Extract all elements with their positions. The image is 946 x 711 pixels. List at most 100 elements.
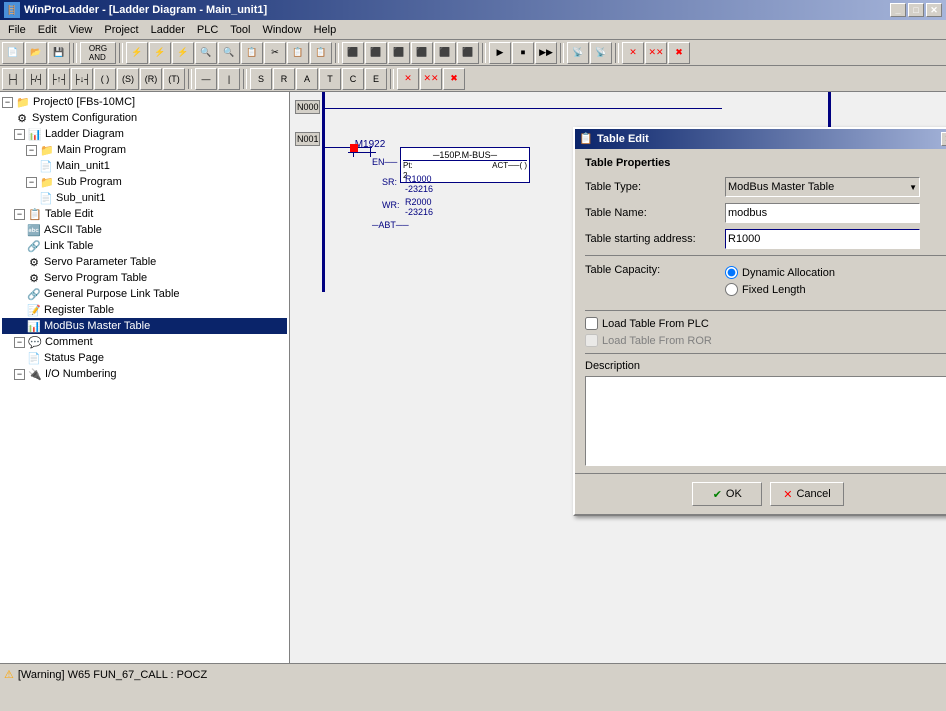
func-r-btn[interactable]: R <box>273 68 295 90</box>
tb4[interactable]: ⚡ <box>149 42 171 64</box>
h-line-btn[interactable]: — <box>195 68 217 90</box>
tb5[interactable]: ⚡ <box>172 42 194 64</box>
menu-edit[interactable]: Edit <box>32 22 63 38</box>
tree-main-unit1[interactable]: 📄 Main_unit1 <box>2 158 287 174</box>
v-line-btn[interactable]: | <box>218 68 240 90</box>
tree-register[interactable]: 📝 Register Table <box>2 302 287 318</box>
tree-modbus[interactable]: 📊 ModBus Master Table <box>2 318 287 334</box>
expander-io[interactable]: − <box>14 369 25 380</box>
menu-window[interactable]: Window <box>256 22 307 38</box>
coil-rst[interactable]: (R) <box>140 68 162 90</box>
open-btn[interactable]: 📂 <box>25 42 47 64</box>
tb17[interactable]: ⬛ <box>457 42 479 64</box>
tree-ladder-diagram[interactable]: − 📊 Ladder Diagram <box>2 126 287 142</box>
tree-main-program[interactable]: − 📁 Main Program <box>2 142 287 158</box>
load-from-plc-checkbox[interactable] <box>585 317 598 330</box>
tree-status[interactable]: 📄 Status Page <box>2 350 287 366</box>
del-coil[interactable]: ✕ <box>397 68 419 90</box>
project-tree: − 📁 Project0 [FBs-10MC] ⚙ System Configu… <box>0 92 290 663</box>
minimize-button[interactable]: _ <box>890 3 906 17</box>
tb12[interactable]: ⬛ <box>342 42 364 64</box>
contact-no[interactable]: ├┤ <box>2 68 24 90</box>
tb16[interactable]: ⬛ <box>434 42 456 64</box>
menu-help[interactable]: Help <box>308 22 343 38</box>
coil-out[interactable]: ( ) <box>94 68 116 90</box>
maximize-button[interactable]: □ <box>908 3 924 17</box>
tree-project0[interactable]: − 📁 Project0 [FBs-10MC] <box>2 94 287 110</box>
menu-project[interactable]: Project <box>98 22 144 38</box>
expander-comment[interactable]: − <box>14 337 25 348</box>
cancel-button[interactable]: ✕ Cancel <box>770 482 843 506</box>
func-btn[interactable]: S <box>250 68 272 90</box>
tb22[interactable]: 📡 <box>590 42 612 64</box>
tb19[interactable]: ⏹ <box>512 42 534 64</box>
expander-ladder[interactable]: − <box>14 129 25 140</box>
tree-comment[interactable]: − 💬 Comment <box>2 334 287 350</box>
expander-sub[interactable]: − <box>26 177 37 188</box>
tb11[interactable]: 📋 <box>310 42 332 64</box>
tree-io[interactable]: − 🔌 I/O Numbering <box>2 366 287 382</box>
left-rail <box>322 92 325 292</box>
func-a-btn[interactable]: A <box>296 68 318 90</box>
tree-gp-link[interactable]: 🔗 General Purpose Link Table <box>2 286 287 302</box>
dynamic-allocation-radio[interactable] <box>725 266 738 279</box>
tb23[interactable]: ✕ <box>622 42 644 64</box>
tb10[interactable]: 📋 <box>287 42 309 64</box>
coil-set[interactable]: (S) <box>117 68 139 90</box>
tree-link-table[interactable]: 🔗 Link Table <box>2 238 287 254</box>
tb20[interactable]: ▶▶ <box>535 42 557 64</box>
description-textarea[interactable] <box>585 376 946 466</box>
contact-nc[interactable]: ├/┤ <box>25 68 47 90</box>
menu-ladder[interactable]: Ladder <box>145 22 191 38</box>
tb7[interactable]: 🔍 <box>218 42 240 64</box>
tb9[interactable]: ✂ <box>264 42 286 64</box>
tb3[interactable]: ⚡ <box>126 42 148 64</box>
tree-ascii-table[interactable]: 🔤 ASCII Table <box>2 222 287 238</box>
contact-pos[interactable]: ├↑┤ <box>48 68 70 90</box>
tree-table-edit[interactable]: − 📋 Table Edit <box>2 206 287 222</box>
menu-file[interactable]: File <box>2 22 32 38</box>
tb14[interactable]: ⬛ <box>388 42 410 64</box>
tree-sub-program[interactable]: − 📁 Sub Program <box>2 174 287 190</box>
func-e-btn[interactable]: E <box>365 68 387 90</box>
dynamic-allocation-row: Dynamic Allocation <box>725 266 835 279</box>
table-type-select[interactable]: ModBus Master Table ▼ <box>725 177 920 197</box>
save-btn[interactable]: 💾 <box>48 42 70 64</box>
func-t-btn[interactable]: T <box>319 68 341 90</box>
menu-tool[interactable]: Tool <box>224 22 256 38</box>
tree-servo-param[interactable]: ⚙ Servo Parameter Table <box>2 254 287 270</box>
dropdown-arrow: ▼ <box>909 183 917 192</box>
table-name-input[interactable] <box>725 203 920 223</box>
tree-sub-unit1[interactable]: 📄 Sub_unit1 <box>2 190 287 206</box>
tb8[interactable]: 📋 <box>241 42 263 64</box>
fixed-length-radio[interactable] <box>725 283 738 296</box>
tb25[interactable]: ✖ <box>668 42 690 64</box>
tb24[interactable]: ✕✕ <box>645 42 667 64</box>
tree-servo-prog[interactable]: ⚙ Servo Program Table <box>2 270 287 286</box>
org-and-btn[interactable]: ORGAND <box>80 42 116 64</box>
close-button[interactable]: ✕ <box>926 3 942 17</box>
func-c-btn[interactable]: C <box>342 68 364 90</box>
contact-neg[interactable]: ├↓┤ <box>71 68 93 90</box>
tb21[interactable]: 📡 <box>567 42 589 64</box>
del-func[interactable]: ✖ <box>443 68 465 90</box>
table-address-input[interactable] <box>725 229 920 249</box>
sys-config-icon: ⚙ <box>14 111 30 125</box>
load-from-ror-checkbox[interactable] <box>585 334 598 347</box>
menu-view[interactable]: View <box>63 22 99 38</box>
menu-plc[interactable]: PLC <box>191 22 224 38</box>
ok-button[interactable]: ✔ OK <box>692 482 762 506</box>
expander-table[interactable]: − <box>14 209 25 220</box>
dialog-close-button[interactable]: ✕ <box>941 132 946 146</box>
main-unit1-label: Main_unit1 <box>56 160 110 172</box>
tb18[interactable]: ▶ <box>489 42 511 64</box>
tb15[interactable]: ⬛ <box>411 42 433 64</box>
tb13[interactable]: ⬛ <box>365 42 387 64</box>
coil-tmr[interactable]: (T) <box>163 68 185 90</box>
expander-project0[interactable]: − <box>2 97 13 108</box>
new-btn[interactable]: 📄 <box>2 42 24 64</box>
tree-sys-config[interactable]: ⚙ System Configuration <box>2 110 287 126</box>
expander-main[interactable]: − <box>26 145 37 156</box>
tb6[interactable]: 🔍 <box>195 42 217 64</box>
del-contact[interactable]: ✕✕ <box>420 68 442 90</box>
